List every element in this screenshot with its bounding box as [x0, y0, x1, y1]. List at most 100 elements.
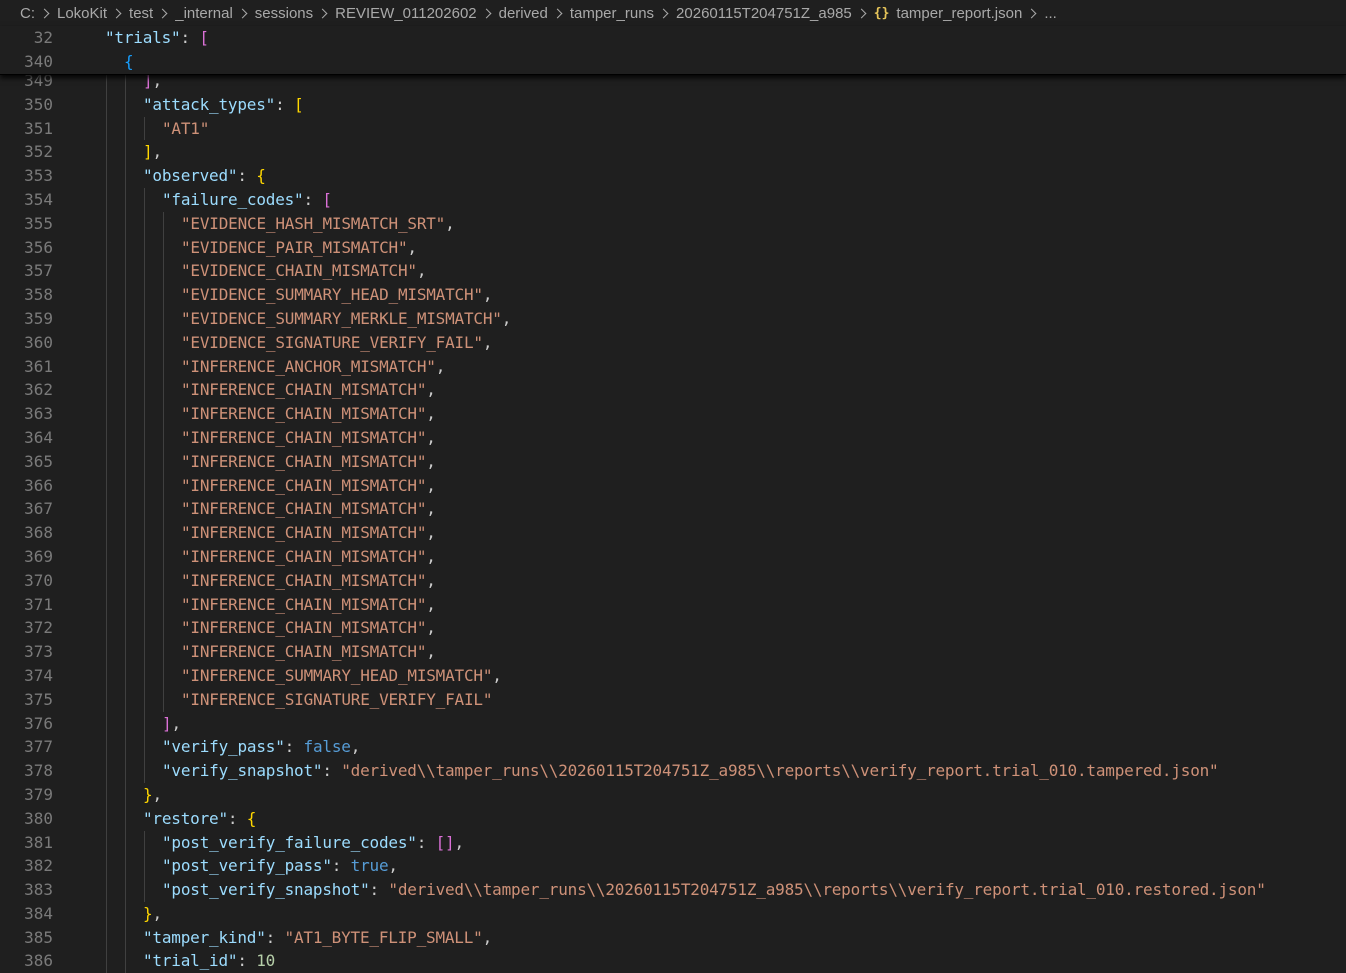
breadcrumb-item[interactable]: C:: [20, 5, 35, 22]
code-text[interactable]: "INFERENCE_CHAIN_MISMATCH",: [67, 521, 436, 545]
code-token: "INFERENCE_SIGNATURE_VERIFY_FAIL": [181, 689, 493, 709]
breadcrumb-item[interactable]: test: [129, 5, 153, 22]
code-text[interactable]: "post_verify_failure_codes": [],: [67, 831, 464, 855]
code-token: "derived\\tamper_runs\\20260115T204751Z_…: [341, 761, 1219, 781]
code-token: "EVIDENCE_PAIR_MISMATCH": [181, 237, 408, 257]
code-text[interactable]: ],: [67, 74, 162, 93]
code-text[interactable]: "EVIDENCE_HASH_MISMATCH_SRT",: [67, 212, 455, 236]
code-text[interactable]: "INFERENCE_CHAIN_MISMATCH",: [67, 402, 436, 426]
code-line: 373 "INFERENCE_CHAIN_MISMATCH",: [0, 640, 1346, 664]
code-text[interactable]: },: [67, 902, 162, 926]
code-line: 364 "INFERENCE_CHAIN_MISMATCH",: [0, 425, 1346, 450]
chevron-right-icon: [658, 8, 669, 18]
code-token: [: [322, 189, 332, 209]
code-text[interactable]: "trials": [: [67, 26, 209, 50]
code-token: ,: [501, 308, 512, 328]
code-line: 368 "INFERENCE_CHAIN_MISMATCH",: [0, 521, 1346, 545]
breadcrumb-item[interactable]: derived: [499, 5, 548, 22]
code-token: "trial_id": [143, 951, 238, 971]
code-text[interactable]: "EVIDENCE_CHAIN_MISMATCH",: [67, 259, 426, 283]
code-text[interactable]: "INFERENCE_CHAIN_MISMATCH",: [67, 545, 436, 569]
code-line: 379},: [0, 782, 1346, 807]
code-token: "post_verify_snapshot": [162, 880, 370, 900]
breadcrumb-item[interactable]: _internal: [175, 5, 233, 22]
code-text[interactable]: "INFERENCE_ANCHOR_MISMATCH",: [67, 355, 445, 379]
code-token: "INFERENCE_SUMMARY_HEAD_MISMATCH": [181, 665, 493, 685]
code-text[interactable]: ],: [67, 712, 181, 736]
code-text[interactable]: "post_verify_pass": true,: [67, 854, 398, 878]
code-token: "AT1": [162, 118, 210, 138]
breadcrumb-file[interactable]: tamper_report.json: [896, 5, 1022, 22]
code-text[interactable]: "post_verify_snapshot": "derived\\tamper…: [67, 878, 1266, 902]
code-token: "post_verify_failure_codes": [162, 832, 417, 852]
code-text[interactable]: "EVIDENCE_SUMMARY_HEAD_MISMATCH",: [67, 283, 493, 307]
chevron-right-icon: [552, 8, 563, 18]
code-token: "INFERENCE_CHAIN_MISMATCH": [181, 475, 427, 495]
chevron-right-icon: [481, 8, 492, 18]
code-line: 351 "AT1": [0, 116, 1346, 141]
code-token: [: [199, 28, 209, 47]
code-token: :: [416, 832, 436, 852]
code-text[interactable]: "INFERENCE_CHAIN_MISMATCH",: [67, 497, 436, 521]
code-text[interactable]: "INFERENCE_CHAIN_MISMATCH",: [67, 426, 436, 450]
line-number: 365: [24, 451, 53, 471]
code-text[interactable]: "EVIDENCE_PAIR_MISMATCH",: [67, 236, 417, 260]
code-token: ,: [152, 903, 162, 923]
code-text[interactable]: "INFERENCE_CHAIN_MISMATCH",: [67, 616, 436, 640]
json-file-icon: {}: [873, 5, 890, 21]
line-number: 363: [24, 404, 53, 424]
code-text[interactable]: "INFERENCE_CHAIN_MISMATCH",: [67, 640, 436, 664]
code-line: 360 "EVIDENCE_SIGNATURE_VERIFY_FAIL",: [0, 330, 1346, 355]
code-text[interactable]: },: [67, 783, 162, 807]
code-text[interactable]: "AT1": [67, 117, 209, 141]
code-text[interactable]: {: [67, 50, 134, 74]
breadcrumb-overflow[interactable]: ...: [1044, 5, 1057, 22]
code-token: "INFERENCE_CHAIN_MISMATCH": [181, 594, 427, 614]
breadcrumb-item[interactable]: 20260115T204751Z_a985: [676, 5, 852, 22]
line-number: 385: [24, 927, 53, 947]
breadcrumb-item[interactable]: LokoKit: [57, 5, 107, 22]
breadcrumb-item[interactable]: REVIEW_011202602: [335, 5, 476, 22]
code-token: ,: [435, 356, 446, 376]
code-text[interactable]: "INFERENCE_CHAIN_MISMATCH",: [67, 378, 436, 402]
code-text[interactable]: "failure_codes": [: [67, 188, 332, 212]
line-number: 349: [24, 74, 53, 90]
line-number: 377: [24, 737, 53, 757]
code-token: :: [275, 94, 294, 114]
code-line: 375 "INFERENCE_SIGNATURE_VERIFY_FAIL": [0, 687, 1346, 712]
code-text[interactable]: "INFERENCE_CHAIN_MISMATCH",: [67, 593, 436, 617]
line-number: 380: [24, 808, 53, 828]
line-number: 360: [24, 332, 53, 352]
code-line: 383 "post_verify_snapshot": "derived\\tam…: [0, 878, 1346, 902]
code-line: 365 "INFERENCE_CHAIN_MISMATCH",: [0, 449, 1346, 474]
code-text[interactable]: "INFERENCE_CHAIN_MISMATCH",: [67, 450, 436, 474]
code-text[interactable]: "INFERENCE_SIGNATURE_VERIFY_FAIL": [67, 688, 492, 712]
code-token: "observed": [143, 166, 238, 186]
chevron-right-icon: [317, 8, 328, 18]
code-token: "INFERENCE_CHAIN_MISMATCH": [181, 499, 427, 519]
code-editor[interactable]: 349], 350 "attack_types": [351 "AT1" 352], 35…: [0, 74, 1346, 973]
line-number: 383: [24, 880, 53, 900]
code-text[interactable]: ],: [67, 140, 162, 164]
code-text[interactable]: "INFERENCE_SUMMARY_HEAD_MISMATCH",: [67, 664, 502, 688]
code-token: ,: [482, 927, 493, 947]
code-text[interactable]: "restore": {: [67, 807, 256, 831]
code-text[interactable]: "verify_snapshot": "derived\\tamper_runs…: [67, 759, 1219, 783]
code-line: 355 "EVIDENCE_HASH_MISMATCH_SRT",: [0, 211, 1346, 236]
code-text[interactable]: "INFERENCE_CHAIN_MISMATCH",: [67, 569, 436, 593]
code-text[interactable]: "EVIDENCE_SIGNATURE_VERIFY_FAIL",: [67, 331, 493, 355]
code-text[interactable]: "verify_pass": false,: [67, 735, 360, 759]
code-text[interactable]: "observed": {: [67, 164, 266, 188]
code-token: {: [246, 808, 257, 828]
code-token: "verify_pass": [162, 737, 285, 757]
code-text[interactable]: "INFERENCE_CHAIN_MISMATCH",: [67, 474, 436, 498]
code-token: :: [237, 166, 257, 186]
code-token: :: [284, 737, 304, 757]
code-text[interactable]: "attack_types": [: [67, 93, 304, 117]
code-text[interactable]: "tamper_kind": "AT1_BYTE_FLIP_SMALL",: [67, 926, 492, 950]
code-line: 372 "INFERENCE_CHAIN_MISMATCH",: [0, 616, 1346, 641]
breadcrumb-item[interactable]: sessions: [255, 5, 313, 22]
breadcrumb-item[interactable]: tamper_runs: [570, 5, 654, 22]
code-text[interactable]: "trial_id": 10: [67, 949, 275, 973]
code-text[interactable]: "EVIDENCE_SUMMARY_MERKLE_MISMATCH",: [67, 307, 511, 331]
